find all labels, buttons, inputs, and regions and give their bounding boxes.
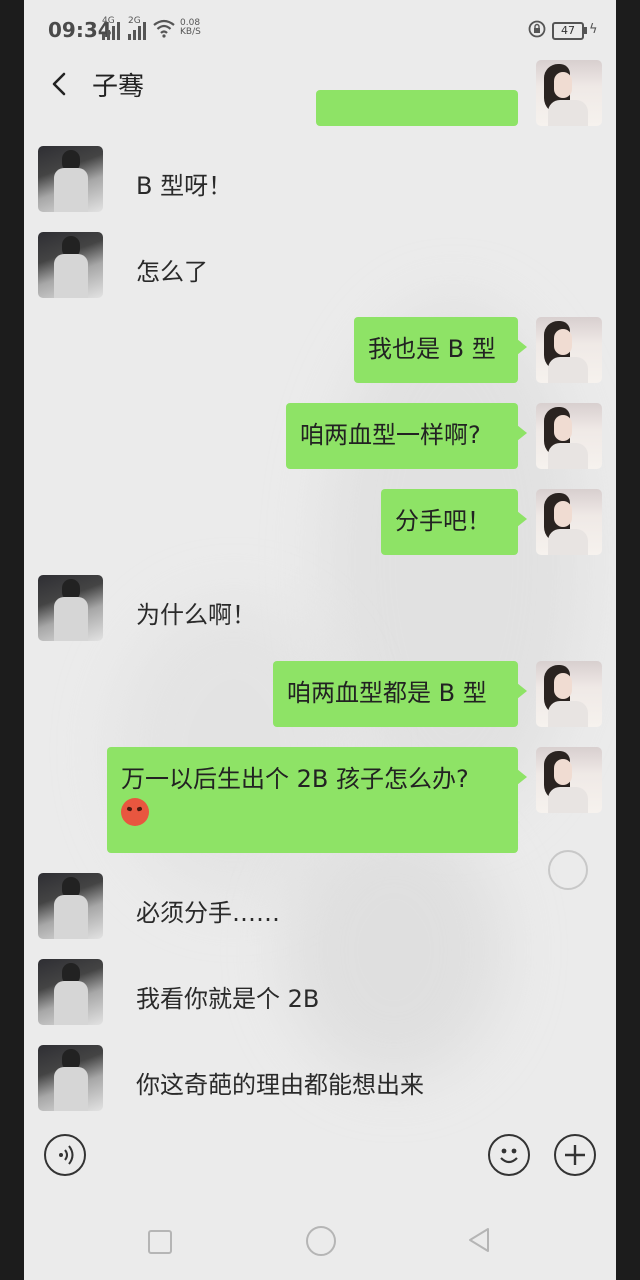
signal-icon: 2G [128,16,146,40]
rotation-lock-icon [528,20,546,38]
message-bubble[interactable]: 咱两血型一样啊? [286,403,527,469]
plus-button[interactable] [554,1134,596,1176]
chat-screen: 09:34 4G 2G 0.08 KB/S 47 ϟ 子骞 B 型呀！ 怎么了 … [24,0,616,1280]
avatar[interactable] [38,232,103,298]
back-icon[interactable] [46,70,74,98]
wifi-icon [153,19,175,38]
emoji-button[interactable] [488,1134,530,1176]
chat-title: 子骞 [92,72,145,102]
message-text[interactable]: B 型呀！ [136,166,232,201]
read-status-icon [548,850,588,890]
network-type-label: 2G [128,16,141,26]
battery-level: 47 [552,22,584,40]
message-bubble-partial [316,90,518,126]
message-text: 咱两血型一样啊? [300,421,481,449]
avatar[interactable] [38,1045,103,1111]
avatar[interactable] [38,959,103,1025]
speed-unit: KB/S [180,27,201,37]
message-text[interactable]: 必须分手…… [136,893,280,928]
avatar[interactable] [38,873,103,939]
message-bubble[interactable]: 分手吧！ [381,489,527,555]
recent-apps-icon[interactable] [148,1230,172,1254]
avatar[interactable] [536,317,602,383]
status-bar: 09:34 4G 2G 0.08 KB/S 47 ϟ [24,0,616,58]
network-type-label: 4G [102,16,115,26]
smiley-icon [500,1148,518,1164]
message-text: 我也是 B 型 [368,335,496,363]
message-bubble[interactable]: 咱两血型都是 B 型 [273,661,527,727]
avatar[interactable] [536,403,602,469]
battery-icon [584,27,587,34]
message-text[interactable]: 我看你就是个 2B [136,979,319,1014]
message-text[interactable]: 为什么啊！ [136,595,256,630]
message-text: 万一以后生出个 2B 孩子怎么办? [121,765,469,793]
signal-icon: 4G [102,16,120,40]
avatar[interactable] [536,489,602,555]
avatar[interactable] [536,747,602,813]
voice-icon [59,1145,74,1165]
network-speed: 0.08 KB/S [180,19,201,37]
input-bar [24,1110,616,1200]
nav-back-icon[interactable] [466,1226,492,1254]
message-text[interactable]: 怎么了 [136,252,208,287]
voice-button[interactable] [44,1134,86,1176]
avatar[interactable] [536,661,602,727]
message-list[interactable]: B 型呀！ 怎么了 我也是 B 型 咱两血型一样啊? 分手吧！ 为什么啊！ 咱两… [24,60,616,1111]
message-bubble[interactable]: 我也是 B 型 [354,317,527,383]
plus-icon [565,1145,585,1165]
home-icon[interactable] [306,1226,336,1256]
avatar[interactable] [38,146,103,212]
system-nav-bar [24,1200,616,1280]
message-bubble[interactable]: 万一以后生出个 2B 孩子怎么办? [107,747,527,853]
message-text[interactable]: 你这奇葩的理由都能想出来 [136,1065,424,1100]
message-text: 分手吧！ [395,507,491,535]
avatar[interactable] [536,60,602,126]
angry-face-icon [121,798,149,826]
avatar[interactable] [38,575,103,641]
charging-icon: ϟ [589,22,598,37]
message-text: 咱两血型都是 B 型 [287,679,487,707]
